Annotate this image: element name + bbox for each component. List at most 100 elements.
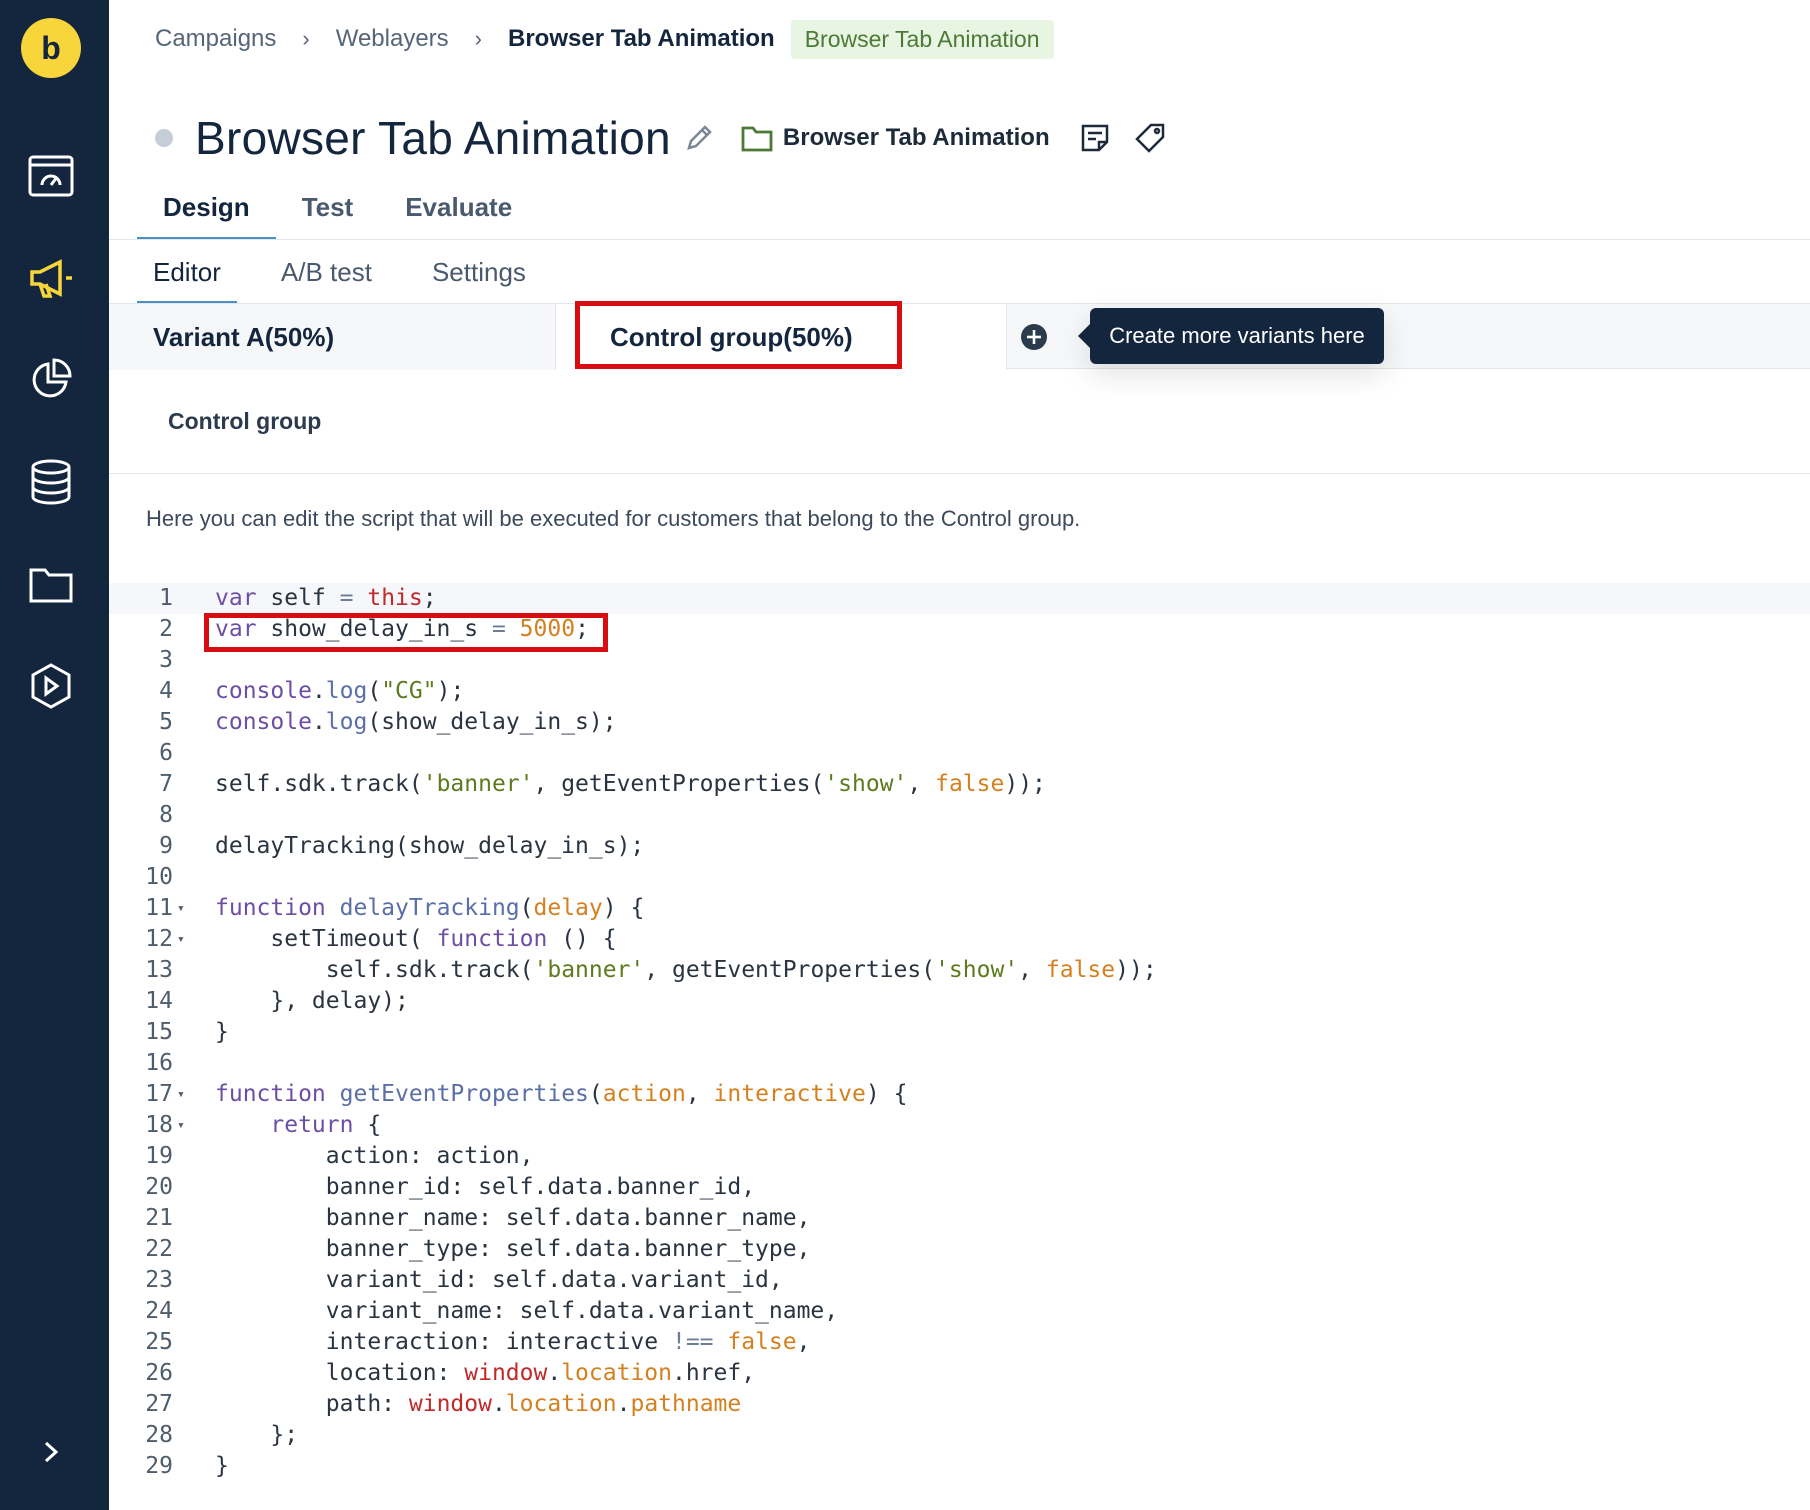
code-line: 11 ▾ function delayTracking(delay) {: [109, 893, 1810, 924]
variant-bar: Variant A(50%) Control group(50%): [109, 303, 1810, 370]
divider: [109, 239, 1810, 240]
code-text: variant_name: self.data.variant_name,: [215, 1298, 839, 1324]
line-number: 6: [159, 740, 173, 766]
breadcrumb: Campaigns › Weblayers › Browser Tab Anim…: [155, 19, 1054, 59]
line-number: 24: [145, 1298, 173, 1324]
code-line: 20 banner_id: self.data.banner_id,: [109, 1172, 1810, 1203]
folder-icon[interactable]: [26, 559, 76, 609]
line-number: 1: [159, 585, 173, 611]
line-number: 12: [145, 926, 173, 952]
line-number: 9: [159, 833, 173, 859]
panel-description: Here you can edit the script that will b…: [146, 506, 1081, 531]
tab-design[interactable]: Design: [137, 186, 276, 240]
code-text: banner_type: self.data.banner_type,: [215, 1236, 811, 1262]
line-number: 21: [145, 1205, 173, 1231]
code-editor[interactable]: 1 var self = this; 2 var show_delay_in_s =…: [109, 583, 1810, 1482]
code-line: 18 ▾ return {: [109, 1110, 1810, 1141]
line-number: 27: [145, 1391, 173, 1417]
tooltip-text: Create more variants here: [1109, 323, 1365, 348]
code-line: 5 console.log(show_delay_in_s);: [109, 707, 1810, 738]
folder-icon[interactable]: [741, 124, 773, 152]
line-number: 18: [145, 1112, 173, 1138]
play-icon[interactable]: [26, 661, 76, 711]
code-text: function getEventProperties(action, inte…: [215, 1081, 908, 1107]
line-number: 19: [145, 1143, 173, 1169]
code-line: 13 self.sdk.track('banner', getEventProp…: [109, 955, 1810, 986]
code-text: function delayTracking(delay) {: [215, 895, 645, 921]
variant-a-tab[interactable]: Variant A(50%): [109, 304, 555, 370]
highlight-box: [204, 613, 608, 652]
code-line: 1 var self = this;: [109, 583, 1810, 614]
code-text: delayTracking(show_delay_in_s);: [215, 833, 645, 859]
main-content: Campaigns › Weblayers › Browser Tab Anim…: [109, 0, 1810, 1510]
code-text: self.sdk.track('banner', getEventPropert…: [215, 771, 1046, 797]
status-dot: [155, 129, 173, 147]
fold-arrow-icon[interactable]: ▾: [177, 1079, 185, 1110]
tooltip: Create more variants here: [1078, 308, 1384, 364]
breadcrumb-current: Browser Tab Animation: [508, 25, 775, 52]
dashboard-icon[interactable]: [26, 151, 76, 201]
code-text: setTimeout( function () {: [215, 926, 617, 952]
code-line: 19 action: action,: [109, 1141, 1810, 1172]
plus-circle-icon: [1021, 324, 1047, 350]
add-variant-button[interactable]: [1020, 323, 1048, 356]
database-icon[interactable]: [26, 457, 76, 507]
code-text: location: window.location.href,: [215, 1360, 756, 1386]
pie-chart-icon[interactable]: [26, 354, 76, 404]
tab-evaluate[interactable]: Evaluate: [379, 186, 538, 240]
line-number: 15: [145, 1019, 173, 1045]
status-chip: Browser Tab Animation: [790, 19, 1054, 59]
code-text: }: [215, 1453, 229, 1479]
code-text: variant_id: self.data.variant_id,: [215, 1267, 783, 1293]
fold-arrow-icon[interactable]: ▾: [177, 924, 185, 955]
code-line: 15}: [109, 1017, 1810, 1048]
code-line: 14 }, delay);: [109, 986, 1810, 1017]
code-line: 23 variant_id: self.data.variant_id,: [109, 1265, 1810, 1296]
code-line: 21 banner_name: self.data.banner_name,: [109, 1203, 1810, 1234]
megaphone-icon[interactable]: [26, 253, 76, 303]
code-line: 29}: [109, 1451, 1810, 1482]
code-line: 4 console.log("CG");: [109, 676, 1810, 707]
code-line: 22 banner_type: self.data.banner_type,: [109, 1234, 1810, 1265]
folder-label[interactable]: Browser Tab Animation: [783, 124, 1050, 152]
line-number: 16: [145, 1050, 173, 1076]
code-line: 24 variant_name: self.data.variant_name,: [109, 1296, 1810, 1327]
breadcrumb-campaigns[interactable]: Campaigns: [155, 25, 276, 53]
line-number: 7: [159, 771, 173, 797]
line-number: 13: [145, 957, 173, 983]
divider: [1006, 304, 1007, 370]
code-line: 12 ▾ setTimeout( function () {: [109, 924, 1810, 955]
tab-ab-test[interactable]: A/B test: [265, 252, 388, 304]
breadcrumb-weblayers[interactable]: Weblayers: [336, 25, 449, 53]
variant-a-label: Variant A(50%): [153, 321, 335, 352]
fold-arrow-icon[interactable]: ▾: [177, 1110, 185, 1141]
code-text: return {: [270, 1112, 382, 1138]
chevron-right-icon[interactable]: [26, 1427, 76, 1477]
notes-icon[interactable]: [1080, 123, 1110, 153]
line-number: 29: [145, 1453, 173, 1479]
chevron-right-icon: ›: [302, 26, 310, 51]
code-text: interaction: interactive !== false,: [215, 1329, 811, 1355]
code-line: 7 self.sdk.track('banner', getEventProper…: [109, 769, 1810, 800]
tab-settings[interactable]: Settings: [416, 252, 542, 304]
code-line: 26 location: window.location.href,: [109, 1358, 1810, 1389]
tag-icon[interactable]: [1134, 122, 1166, 154]
code-line: 25 interaction: interactive !== false,: [109, 1327, 1810, 1358]
panel-title: Control group: [168, 408, 322, 434]
app-logo[interactable]: b: [21, 18, 81, 78]
title-row: Browser Tab Animation Browser Tab Animat…: [155, 108, 1166, 168]
main-tabs: Design Test Evaluate: [137, 186, 538, 240]
tab-test[interactable]: Test: [276, 186, 380, 240]
code-line: 27 path: window.location.pathname: [109, 1389, 1810, 1420]
chevron-right-icon: ›: [474, 26, 482, 51]
line-number: 4: [159, 678, 173, 704]
tab-editor[interactable]: Editor: [137, 252, 237, 304]
code-text: self.sdk.track('banner', getEventPropert…: [215, 957, 1157, 983]
code-line: 10: [109, 862, 1810, 893]
code-text: path: window.location.pathname: [215, 1391, 742, 1417]
pencil-icon[interactable]: [685, 124, 713, 152]
code-line: 8: [109, 800, 1810, 831]
fold-arrow-icon[interactable]: ▾: [177, 893, 185, 924]
code-line: 28 };: [109, 1420, 1810, 1451]
line-number: 11: [145, 895, 173, 921]
